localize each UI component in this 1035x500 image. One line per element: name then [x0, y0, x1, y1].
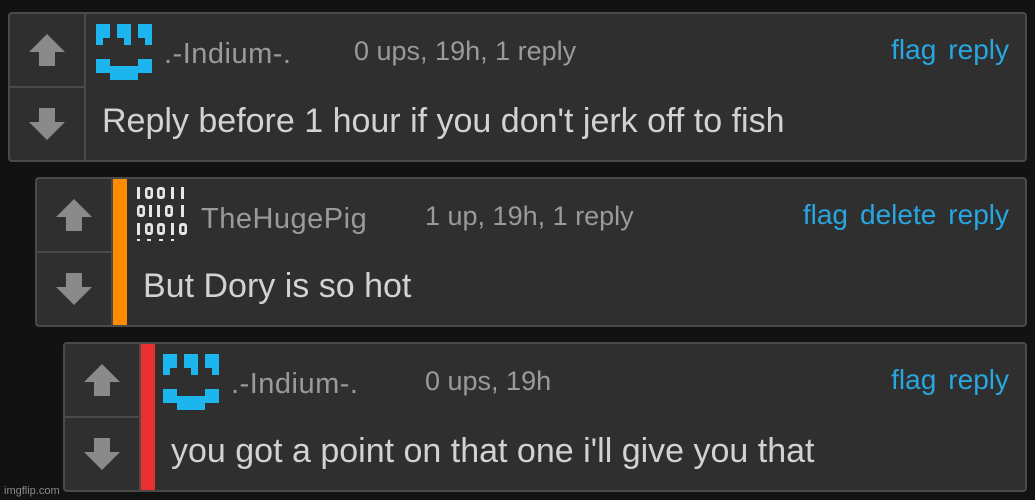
comment-username[interactable]: TheHugePig — [201, 203, 367, 236]
upvote-arrow-icon — [29, 34, 65, 66]
blue-pixel-face-icon[interactable] — [96, 24, 152, 80]
downvote-button[interactable] — [65, 416, 139, 490]
thread-depth-bar — [141, 344, 155, 490]
comment-username[interactable]: .-Indium-. — [164, 38, 291, 71]
reply-link[interactable]: reply — [948, 199, 1009, 231]
downvote-button[interactable] — [10, 86, 84, 160]
delete-link[interactable]: delete — [860, 199, 936, 231]
comment-meta: 0 ups, 19h — [425, 366, 552, 396]
upvote-arrow-icon — [84, 364, 120, 396]
vote-column — [65, 344, 141, 490]
comment-text: Reply before 1 hour if you don't jerk of… — [102, 102, 785, 140]
comment-actions: flag reply — [891, 34, 1009, 66]
comment-content: TheHugePig 1 up, 19h, 1 reply flag delet… — [127, 179, 1025, 325]
flag-link[interactable]: flag — [891, 34, 936, 66]
blue-pixel-face-icon[interactable] — [163, 354, 219, 410]
downvote-button[interactable] — [37, 251, 111, 325]
upvote-arrow-icon — [56, 199, 92, 231]
upvote-button[interactable] — [65, 344, 139, 416]
reply-link[interactable]: reply — [948, 34, 1009, 66]
comment-2: TheHugePig 1 up, 19h, 1 reply flag delet… — [35, 177, 1027, 327]
comment-text: But Dory is so hot — [143, 267, 412, 305]
downvote-arrow-icon — [84, 438, 120, 470]
binary-digits-icon[interactable] — [135, 185, 193, 241]
comment-text: you got a point on that one i'll give yo… — [171, 432, 815, 470]
flag-link[interactable]: flag — [891, 364, 936, 396]
comment-meta: 0 ups, 19h, 1 reply — [354, 36, 577, 66]
reply-link[interactable]: reply — [948, 364, 1009, 396]
comment-content: .-Indium-. 0 ups, 19h, 1 reply flag repl… — [86, 14, 1025, 160]
comment-actions: flag reply — [891, 364, 1009, 396]
flag-link[interactable]: flag — [803, 199, 848, 231]
comment-actions: flag delete reply — [803, 199, 1009, 231]
downvote-arrow-icon — [29, 108, 65, 140]
thread-depth-bar — [113, 179, 127, 325]
comment-1: .-Indium-. 0 ups, 19h, 1 reply flag repl… — [8, 12, 1027, 162]
comment-content: .-Indium-. 0 ups, 19h flag reply you got… — [155, 344, 1025, 490]
comment-3: .-Indium-. 0 ups, 19h flag reply you got… — [63, 342, 1027, 492]
upvote-button[interactable] — [10, 14, 84, 86]
downvote-arrow-icon — [56, 273, 92, 305]
upvote-button[interactable] — [37, 179, 111, 251]
comment-meta: 1 up, 19h, 1 reply — [425, 201, 634, 231]
comment-username[interactable]: .-Indium-. — [231, 368, 358, 401]
vote-column — [10, 14, 86, 160]
vote-column — [37, 179, 113, 325]
watermark: imgflip.com — [4, 485, 60, 497]
